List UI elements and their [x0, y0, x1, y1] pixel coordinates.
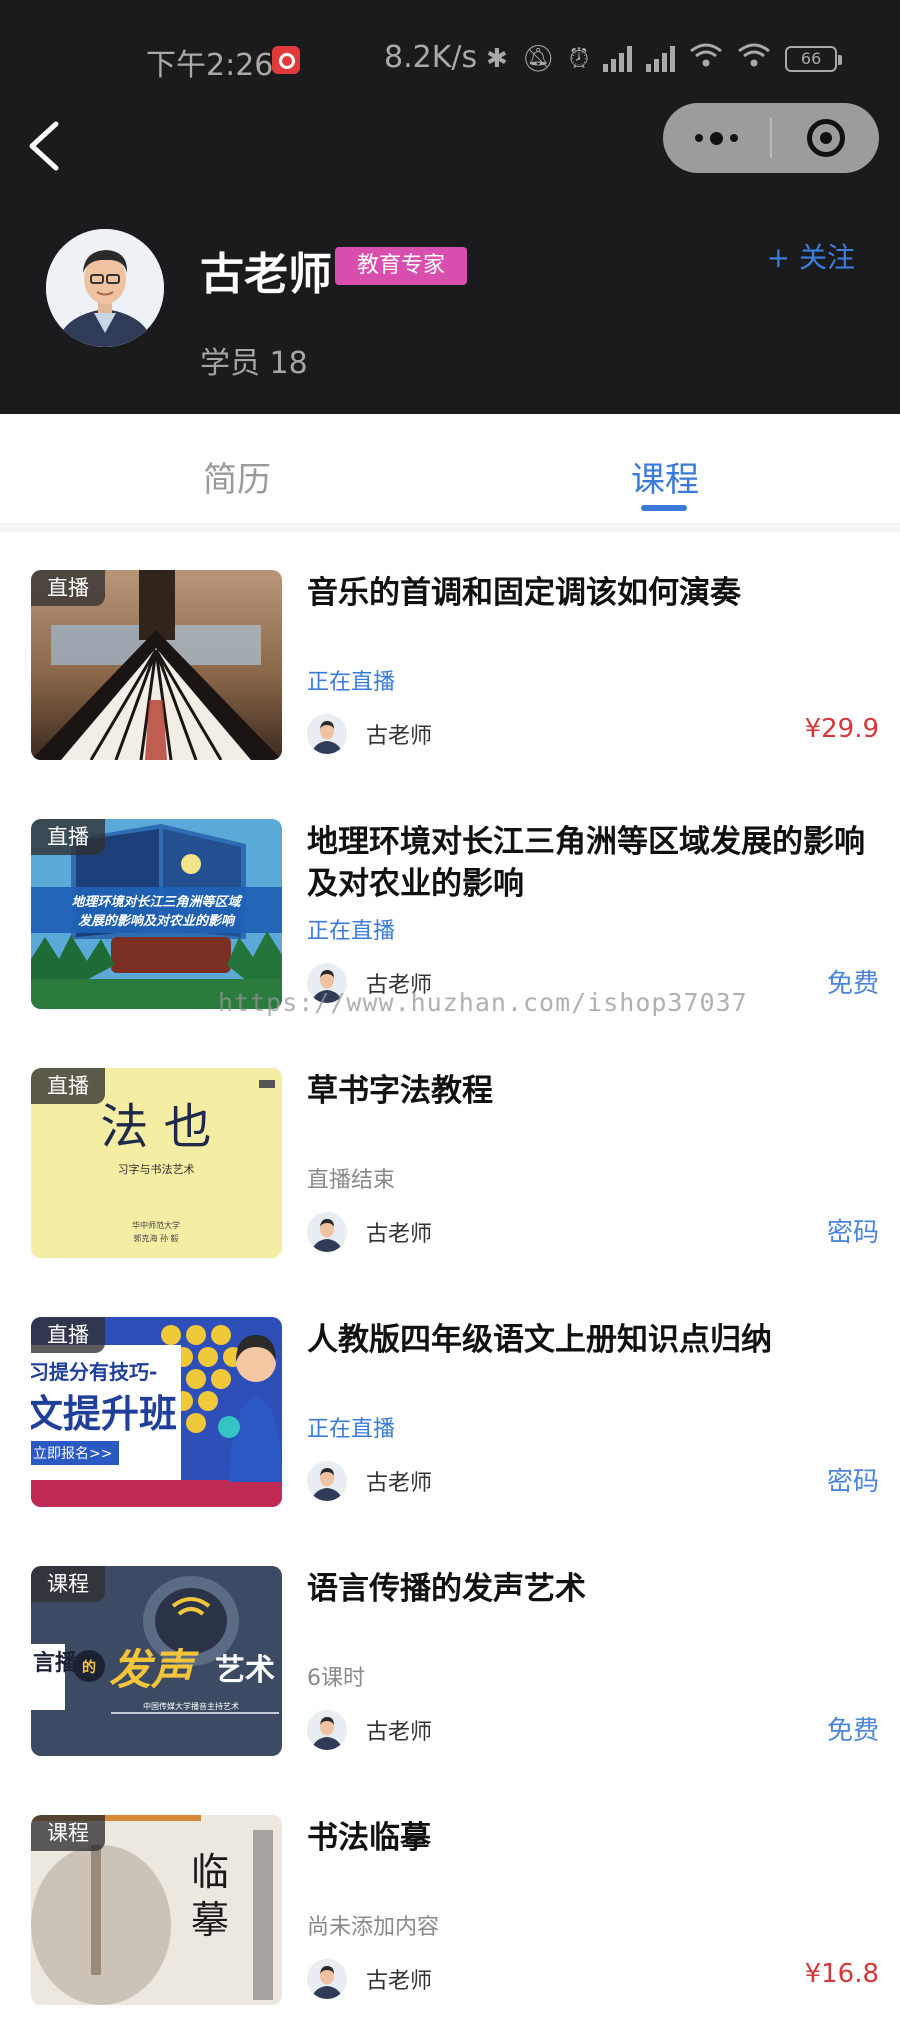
svg-text:法 也: 法 也 — [100, 1099, 211, 1155]
hd-signal-icon — [646, 46, 676, 72]
chevron-left-icon — [29, 121, 59, 171]
status-icons: ✱ 🔕︎ ⏰︎ 66 — [486, 42, 843, 77]
tab-resume[interactable]: 简历 — [203, 452, 271, 501]
course-teacher: 古老师 — [366, 724, 433, 749]
svg-text:发展的影响及对农业的影响: 发展的影响及对农业的影响 — [78, 913, 236, 929]
svg-text:艺术: 艺术 — [215, 1653, 275, 1688]
teacher-mini-avatar — [307, 1461, 347, 1501]
more-button[interactable] — [663, 103, 770, 173]
mute-icon: 🔕︎ — [521, 44, 555, 74]
teacher-mini-avatar — [307, 1959, 347, 1999]
hd-signal-icon — [603, 46, 633, 72]
course-teacher: 古老师 — [366, 1222, 433, 1247]
course-teacher: 古老师 — [366, 1720, 433, 1745]
network-speed: 8.2K/s — [384, 40, 478, 75]
course-type-tag: 课程 — [31, 1815, 105, 1851]
course-item[interactable]: 临 摹 课程 书法临摹 尚未添加内容 古老师 ¥16.8 — [0, 1785, 900, 2034]
more-dots-icon — [695, 131, 738, 145]
active-tab-indicator — [641, 505, 687, 511]
course-type-tag: 直播 — [31, 819, 105, 855]
student-count: 学员 18 — [200, 346, 308, 381]
svg-text:的: 的 — [82, 1659, 96, 1676]
alarm-icon: ⏰︎ — [568, 44, 590, 74]
course-title: 地理环境对长江三角洲等区域发展的影响及对农业的影响 — [307, 824, 865, 902]
svg-text:中国传媒大学播音主持艺术: 中国传媒大学播音主持艺术 — [143, 1701, 239, 1711]
miniprogram-capsule — [663, 103, 879, 173]
course-type-tag: 直播 — [31, 1068, 105, 1104]
back-button[interactable] — [22, 118, 72, 174]
course-thumbnail: 习提分有技巧- 文提升班 立即报名>> 直播 — [31, 1317, 282, 1507]
course-item[interactable]: 法 也 习字与书法艺术 华中师范大学 郭克海 孙 毅 直播 草书字法教程 直播结… — [0, 1038, 900, 1287]
svg-text:临: 临 — [191, 1850, 229, 1894]
course-price: 免费 — [826, 969, 879, 999]
target-icon — [806, 119, 845, 157]
course-thumbnail: 临 摹 课程 — [31, 1815, 282, 2005]
course-teacher: 古老师 — [366, 1969, 433, 1994]
course-status: 6课时 — [307, 1666, 365, 1691]
course-thumbnail: 地理环境对长江三角洲等区域 发展的影响及对农业的影响 直播 — [31, 819, 282, 1009]
course-item[interactable]: 直播 音乐的首调和固定调该如何演奏 正在直播 古老师 ¥29.9 — [0, 540, 900, 789]
course-title: 语言传播的发声艺术 — [307, 1571, 586, 1607]
battery-icon: 66 — [785, 46, 843, 72]
teacher-mini-avatar — [307, 1710, 347, 1750]
course-price: 密码 — [826, 1218, 879, 1248]
tab-bar: 简历 课程 — [0, 414, 900, 532]
course-item[interactable]: 习提分有技巧- 文提升班 立即报名>> 直播 人教版四年级语文上册知识点归纳 正… — [0, 1287, 900, 1536]
course-status: 正在直播 — [307, 919, 396, 944]
course-status: 正在直播 — [307, 1417, 396, 1442]
svg-text:文提升班: 文提升班 — [31, 1392, 177, 1436]
course-price: 免费 — [826, 1716, 879, 1746]
course-type-tag: 直播 — [31, 1317, 105, 1353]
course-thumbnail: 直播 — [31, 570, 282, 760]
follow-button[interactable]: + 关注 — [767, 236, 855, 276]
teacher-avatar[interactable] — [46, 229, 164, 347]
svg-text:习字与书法艺术: 习字与书法艺术 — [118, 1162, 195, 1176]
course-list: 直播 音乐的首调和固定调该如何演奏 正在直播 古老师 ¥29.9 地理环境对长江… — [0, 540, 900, 2034]
course-title: 书法临摹 — [307, 1820, 431, 1856]
course-status: 直播结束 — [307, 1168, 396, 1193]
course-status: 尚未添加内容 — [307, 1915, 440, 1940]
course-teacher: 古老师 — [366, 1471, 433, 1496]
course-price: 密码 — [826, 1467, 879, 1497]
course-item[interactable]: 言播 的 发声 艺术 中国传媒大学播音主持艺术 课程 语言传播的发声艺术 6课时… — [0, 1536, 900, 1785]
watermark: https://www.huzhan.com/ishop37037 — [218, 988, 748, 1017]
svg-text:摹: 摹 — [191, 1898, 229, 1942]
status-bar: 下午2:26 8.2K/s ✱ 🔕︎ ⏰︎ 66 — [0, 0, 900, 120]
svg-text:郭克海 孙 毅: 郭克海 孙 毅 — [133, 1233, 178, 1243]
svg-text:发声: 发声 — [109, 1645, 199, 1694]
expert-badge: 教育专家 — [335, 247, 468, 285]
course-title: 草书字法教程 — [307, 1073, 493, 1109]
teacher-header: 下午2:26 8.2K/s ✱ 🔕︎ ⏰︎ 66 古老师 教育专家 + 关注 学… — [0, 0, 900, 414]
course-thumbnail: 法 也 习字与书法艺术 华中师范大学 郭克海 孙 毅 直播 — [31, 1068, 282, 1258]
tab-courses[interactable]: 课程 — [631, 452, 699, 501]
svg-text:华中师范大学: 华中师范大学 — [132, 1220, 180, 1230]
teacher-name: 古老师 — [200, 249, 332, 300]
course-price: ¥16.8 — [804, 1959, 879, 1989]
course-title: 音乐的首调和固定调该如何演奏 — [307, 575, 741, 611]
close-miniprogram-button[interactable] — [772, 103, 879, 173]
teacher-mini-avatar — [307, 714, 347, 754]
svg-text:习提分有技巧-: 习提分有技巧- — [31, 1360, 157, 1384]
wifi-icon — [689, 42, 723, 77]
bluetooth-icon: ✱ — [486, 44, 508, 74]
teacher-mini-avatar — [307, 1212, 347, 1252]
course-price: ¥29.9 — [804, 714, 879, 744]
wifi-icon — [737, 42, 771, 77]
svg-text:立即报名>>: 立即报名>> — [33, 1446, 112, 1462]
course-type-tag: 直播 — [31, 570, 105, 606]
netease-music-icon — [272, 46, 300, 74]
svg-text:言播: 言播 — [33, 1650, 78, 1676]
course-type-tag: 课程 — [31, 1566, 105, 1602]
course-thumbnail: 言播 的 发声 艺术 中国传媒大学播音主持艺术 课程 — [31, 1566, 282, 1756]
course-title: 人教版四年级语文上册知识点归纳 — [307, 1322, 772, 1358]
course-status: 正在直播 — [307, 670, 396, 695]
status-time: 下午2:26 — [146, 48, 274, 83]
svg-text:地理环境对长江三角洲等区域: 地理环境对长江三角洲等区域 — [71, 894, 242, 910]
